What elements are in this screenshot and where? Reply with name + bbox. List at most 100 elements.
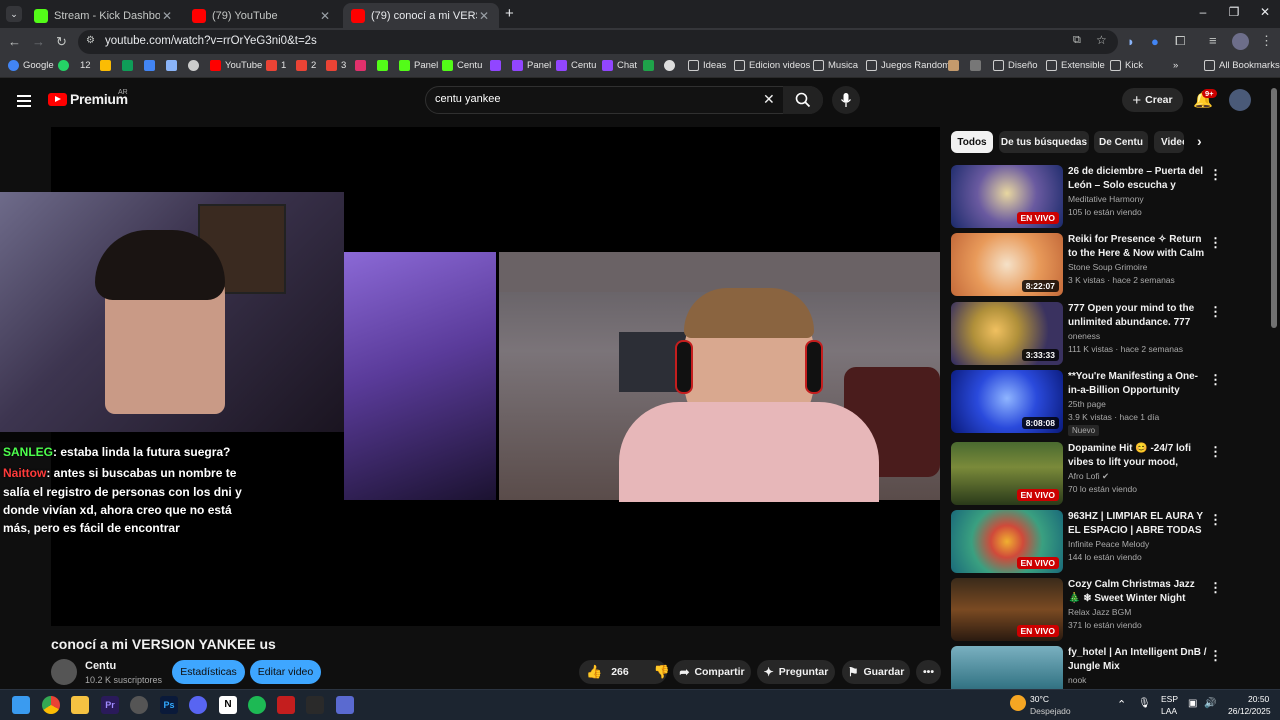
reco-channel[interactable]: 25th page bbox=[1068, 399, 1106, 409]
notion-icon[interactable]: N bbox=[219, 696, 237, 714]
more-vert-icon[interactable]: ⋮ bbox=[1209, 235, 1222, 251]
video-thumbnail[interactable]: EN VIVO bbox=[951, 165, 1063, 228]
chrome-menu-icon[interactable]: ⋮ bbox=[1260, 33, 1273, 49]
bookmark-kick[interactable] bbox=[377, 60, 392, 71]
weather-temp[interactable]: 30°C bbox=[1030, 694, 1049, 704]
chrome-icon[interactable] bbox=[42, 696, 60, 714]
chip-todos[interactable]: Todos bbox=[951, 131, 993, 153]
forward-icon[interactable]: → bbox=[32, 34, 45, 49]
bookmark-star-icon[interactable]: ☆ bbox=[1096, 33, 1107, 47]
chip-video[interactable]: Video bbox=[1154, 131, 1184, 153]
bookmark-sheets[interactable] bbox=[122, 60, 137, 71]
recommendation-item[interactable]: 8:08:08 **You're Manifesting a One-in-a-… bbox=[951, 370, 1263, 436]
file-explorer-icon[interactable] bbox=[71, 696, 89, 714]
channel-avatar[interactable] bbox=[51, 659, 77, 685]
new-tab-icon[interactable]: + bbox=[505, 5, 514, 22]
reco-channel[interactable]: oneness bbox=[1068, 331, 1100, 341]
reco-channel[interactable]: Afro Lofi ✔ bbox=[1068, 471, 1109, 482]
reco-channel[interactable]: Relax Jazz BGM bbox=[1068, 607, 1131, 617]
volume-icon[interactable]: 🔊 bbox=[1204, 698, 1216, 709]
bookmark-gmail-3[interactable]: 3 bbox=[326, 60, 346, 71]
reco-title[interactable]: Dopamine Hit 😊 -24/7 lofi vibes to lift … bbox=[1068, 442, 1208, 470]
bookmark-openai[interactable] bbox=[188, 60, 203, 71]
chip-de-centu[interactable]: De Centu bbox=[1094, 131, 1148, 153]
bookmark-calendar[interactable] bbox=[166, 60, 181, 71]
like-count[interactable]: 266 bbox=[611, 666, 629, 678]
recommendation-item[interactable]: EN VIVO Cozy Calm Christmas Jazz 🎄 ❄ Swe… bbox=[951, 578, 1263, 642]
bookmark-twitch-centu[interactable]: Centu bbox=[556, 60, 596, 71]
windows-start-icon[interactable] bbox=[12, 696, 30, 714]
reco-title[interactable]: fy_hotel | An Intelligent DnB / Jungle M… bbox=[1068, 646, 1208, 673]
bookmark-folder-kick[interactable]: Kick bbox=[1110, 60, 1143, 71]
create-button[interactable]: + Crear bbox=[1122, 88, 1183, 112]
chevron-right-icon[interactable]: › bbox=[1197, 133, 1202, 149]
profile-avatar[interactable] bbox=[1232, 33, 1249, 50]
chip-de-tus-busquedas[interactable]: De tus búsquedas bbox=[999, 131, 1089, 153]
more-vert-icon[interactable]: ⋮ bbox=[1209, 648, 1222, 664]
voice-search-button[interactable] bbox=[832, 86, 860, 114]
recommendation-item[interactable]: EN VIVO Dopamine Hit 😊 -24/7 lofi vibes … bbox=[951, 442, 1263, 506]
microphone-icon[interactable]: 🎙 bbox=[1138, 698, 1151, 709]
reco-title[interactable]: Reiki for Presence ✧ Return to the Here … bbox=[1068, 233, 1208, 261]
keyboard-language[interactable]: ESP bbox=[1161, 694, 1178, 704]
bookmark-twitch-panel[interactable]: Panel bbox=[512, 60, 551, 71]
bookmark-docs[interactable] bbox=[144, 60, 159, 71]
bookmark-gmail-1[interactable]: 1 bbox=[266, 60, 286, 71]
recommendation-item[interactable]: 3:33:33 777 Open your mind to the unlimi… bbox=[951, 302, 1263, 366]
more-vert-icon[interactable]: ⋮ bbox=[1209, 372, 1222, 388]
video-thumbnail[interactable]: EN VIVO bbox=[951, 578, 1063, 641]
channel-name[interactable]: Centu bbox=[85, 660, 116, 672]
site-info-icon[interactable]: ⚙ bbox=[86, 35, 95, 46]
install-app-icon[interactable]: ⧉ bbox=[1073, 34, 1081, 47]
youtube-logo-icon[interactable] bbox=[48, 93, 67, 106]
bookmark-instagram[interactable] bbox=[355, 60, 370, 71]
close-window-icon[interactable]: ✕ bbox=[1250, 5, 1280, 19]
tab-youtube-home[interactable]: (79) YouTube ✕ bbox=[184, 3, 340, 28]
bookmark-twitch-chat[interactable]: Chat bbox=[602, 60, 637, 71]
recommendation-item[interactable]: 8:22:07 Reiki for Presence ✧ Return to t… bbox=[951, 233, 1263, 297]
tab-kick-dashboard[interactable]: Stream - Kick Dashboard ✕ bbox=[26, 3, 182, 28]
restore-icon[interactable]: ❐ bbox=[1219, 5, 1249, 19]
bookmark-12[interactable]: 12 bbox=[80, 60, 91, 71]
dislike-icon[interactable]: 👎 bbox=[654, 664, 670, 680]
recommendation-item[interactable]: EN VIVO 963HZ | LIMPIAR EL AURA Y EL ESP… bbox=[951, 510, 1263, 574]
bookmark-folder-diseno[interactable]: Diseño bbox=[993, 60, 1038, 71]
reading-list-icon[interactable]: ≡ bbox=[1209, 33, 1217, 48]
like-icon[interactable]: 👍 bbox=[586, 664, 602, 680]
app-icon[interactable] bbox=[336, 696, 354, 714]
bookmark-kick-panel[interactable]: Panel bbox=[399, 60, 438, 71]
bookmark-gmail-2[interactable]: 2 bbox=[296, 60, 316, 71]
search-input[interactable]: centu yankee ✕ bbox=[425, 86, 823, 114]
premiere-icon[interactable]: Pr bbox=[101, 696, 119, 714]
reco-channel[interactable]: Stone Soup Grimoire bbox=[1068, 262, 1147, 272]
extensions-puzzle-icon[interactable]: ⧠ bbox=[1175, 33, 1185, 49]
close-tab-icon[interactable]: ✕ bbox=[477, 9, 491, 23]
bookmark-folder-musica[interactable]: Musica bbox=[813, 60, 858, 71]
video-thumbnail[interactable] bbox=[951, 646, 1063, 689]
tab-current-video[interactable]: (79) conocí a mi VERSION YANK ✕ bbox=[343, 3, 499, 28]
ask-button[interactable]: ✦ Preguntar bbox=[757, 660, 835, 684]
back-icon[interactable]: ← bbox=[8, 34, 21, 49]
menu-icon[interactable] bbox=[17, 92, 31, 110]
bookmark-whatsapp[interactable] bbox=[58, 60, 73, 71]
more-vert-icon[interactable]: ⋮ bbox=[1209, 512, 1222, 528]
reco-title[interactable]: **You're Manifesting a One-in-a-Billion … bbox=[1068, 370, 1208, 398]
video-thumbnail[interactable]: 8:22:07 bbox=[951, 233, 1063, 296]
bookmark-kick-centu[interactable]: Centu bbox=[442, 60, 482, 71]
page-scrollbar[interactable] bbox=[1271, 88, 1277, 328]
reco-channel[interactable]: Meditative Harmony bbox=[1068, 194, 1144, 204]
bookmark-app-a[interactable] bbox=[643, 60, 658, 71]
bookmark-twitch[interactable] bbox=[490, 60, 505, 71]
bookmark-app-b[interactable] bbox=[664, 60, 679, 71]
clear-search-icon[interactable]: ✕ bbox=[763, 91, 775, 108]
bookmark-folder-juegos[interactable]: Juegos Random bbox=[866, 60, 950, 71]
more-vert-icon[interactable]: ⋮ bbox=[1209, 444, 1222, 460]
recommendation-item[interactable]: fy_hotel | An Intelligent DnB / Jungle M… bbox=[951, 646, 1263, 689]
bookmark-google[interactable]: Google bbox=[8, 60, 54, 71]
extension-audio-icon[interactable]: ◗ bbox=[1127, 34, 1135, 49]
tray-expand-icon[interactable]: ⌃ bbox=[1117, 698, 1126, 711]
close-tab-icon[interactable]: ✕ bbox=[318, 9, 332, 23]
bookmark-app-c[interactable] bbox=[948, 60, 963, 71]
minimize-icon[interactable]: – bbox=[1188, 5, 1218, 19]
discord-icon[interactable] bbox=[189, 696, 207, 714]
